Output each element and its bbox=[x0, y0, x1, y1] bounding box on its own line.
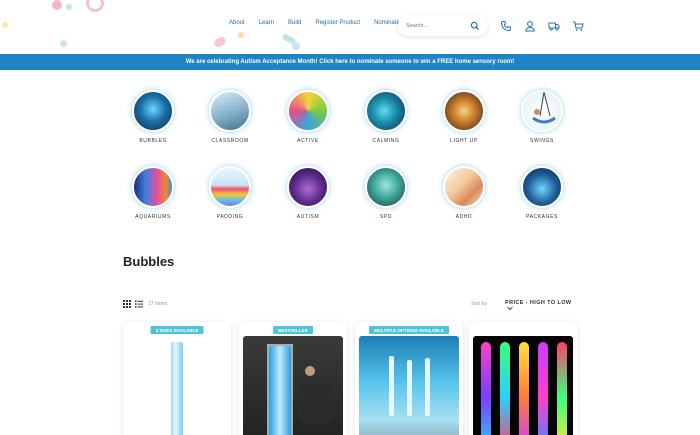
category-label: PADDING bbox=[216, 214, 244, 220]
bubble-tube bbox=[407, 360, 412, 416]
person bbox=[305, 366, 315, 376]
category-padding[interactable]: PADDING bbox=[200, 166, 260, 220]
category-label: AUTISM bbox=[296, 214, 320, 220]
confetti-dash bbox=[212, 35, 228, 49]
confetti-dot bbox=[292, 42, 300, 50]
cart-icon[interactable] bbox=[572, 20, 584, 32]
listing-toolbar: 17 Items Sort by PRICE - HIGH TO LOW bbox=[123, 299, 575, 311]
category-label: ACTIVE bbox=[297, 138, 319, 144]
product-card[interactable]: BESTSELLER bbox=[239, 322, 347, 435]
confetti-dot bbox=[238, 32, 244, 38]
product-card[interactable]: 3 SIZES AVAILABLE bbox=[123, 322, 231, 435]
category-image bbox=[443, 166, 485, 208]
confetti-dot bbox=[66, 4, 72, 10]
bubble-panel bbox=[267, 344, 293, 435]
confetti-ring bbox=[86, 0, 104, 12]
confetti-dot bbox=[52, 0, 62, 10]
category-label: LIGHT UP bbox=[450, 138, 478, 144]
category-label: ADHD bbox=[455, 214, 473, 220]
light-tube bbox=[519, 342, 529, 435]
category-image bbox=[443, 90, 485, 132]
product-badge: BESTSELLER bbox=[273, 326, 313, 334]
light-tube bbox=[538, 342, 548, 435]
chevron-down-icon bbox=[507, 306, 513, 311]
product-image bbox=[243, 336, 343, 435]
nav-nominate[interactable]: Nominate bbox=[374, 20, 400, 26]
category-label: SPD bbox=[379, 214, 393, 220]
nav-learn[interactable]: Learn bbox=[259, 20, 274, 26]
search-box bbox=[398, 16, 488, 36]
grid-view-icon[interactable] bbox=[123, 300, 131, 308]
category-image bbox=[521, 166, 563, 208]
sort-value: PRICE - HIGH TO LOW bbox=[505, 300, 572, 306]
category-image bbox=[209, 166, 251, 208]
user-icon[interactable] bbox=[524, 20, 536, 32]
product-image bbox=[127, 336, 227, 435]
product-card[interactable] bbox=[469, 322, 577, 435]
list-view-icon[interactable] bbox=[135, 300, 143, 308]
category-label: BUBBLES bbox=[139, 138, 167, 144]
product-card[interactable]: MULTIPLE OPTIONS AVAILABLE bbox=[355, 322, 463, 435]
confetti-dot bbox=[60, 40, 67, 47]
confetti-dot bbox=[2, 22, 8, 28]
product-badge: 3 SIZES AVAILABLE bbox=[150, 326, 204, 334]
phone-icon[interactable] bbox=[500, 20, 512, 32]
category-image bbox=[365, 166, 407, 208]
category-label: AQUARIUMS bbox=[135, 214, 171, 220]
category-image bbox=[287, 166, 329, 208]
category-image bbox=[132, 90, 174, 132]
category-label: PACKAGES bbox=[526, 214, 558, 220]
light-tube bbox=[500, 342, 510, 435]
category-light-up[interactable]: LIGHT UP bbox=[434, 90, 494, 144]
announcement-banner[interactable]: We are celebrating Autism Acceptance Mon… bbox=[0, 54, 700, 70]
category-image bbox=[209, 90, 251, 132]
nav-about[interactable]: About bbox=[229, 20, 245, 26]
product-image bbox=[359, 336, 459, 435]
category-bubbles[interactable]: BUBBLES bbox=[123, 90, 183, 144]
category-image bbox=[521, 90, 563, 132]
swing-figure bbox=[532, 92, 556, 124]
category-image bbox=[287, 90, 329, 132]
bubble-tube bbox=[425, 358, 430, 416]
page-title: Bubbles bbox=[123, 254, 175, 269]
sort-label: Sort by bbox=[471, 301, 487, 307]
category-classroom[interactable]: CLASSROOM bbox=[200, 90, 260, 144]
category-label: CALMING bbox=[372, 138, 400, 144]
search-icon[interactable] bbox=[470, 21, 480, 31]
category-aquariums[interactable]: AQUARIUMS bbox=[123, 166, 183, 220]
light-tube bbox=[481, 342, 491, 435]
bubble-tube bbox=[389, 356, 394, 416]
product-image bbox=[473, 336, 573, 435]
category-autism[interactable]: AUTISM bbox=[278, 166, 338, 220]
item-count: 17 Items bbox=[148, 301, 168, 307]
main-nav: About Learn Build Register Product Nomin… bbox=[229, 20, 400, 26]
category-image bbox=[132, 166, 174, 208]
category-adhd[interactable]: ADHD bbox=[434, 166, 494, 220]
category-spd[interactable]: SPD bbox=[356, 166, 416, 220]
search-input[interactable] bbox=[406, 23, 466, 29]
light-tube bbox=[557, 342, 567, 435]
bubble-tube bbox=[171, 342, 183, 435]
truck-icon[interactable] bbox=[548, 20, 560, 32]
nav-build[interactable]: Build bbox=[288, 20, 301, 26]
category-packages[interactable]: PACKAGES bbox=[512, 166, 572, 220]
category-active[interactable]: ACTIVE bbox=[278, 90, 338, 144]
chair bbox=[299, 384, 333, 424]
nav-register-product[interactable]: Register Product bbox=[315, 20, 360, 26]
category-label: SWINGS bbox=[530, 138, 554, 144]
category-swings[interactable]: SWINGS bbox=[512, 90, 572, 144]
sort-select[interactable]: PRICE - HIGH TO LOW bbox=[505, 300, 575, 312]
header-icons bbox=[500, 20, 584, 32]
category-label: CLASSROOM bbox=[211, 138, 249, 144]
category-calming[interactable]: CALMING bbox=[356, 90, 416, 144]
category-image bbox=[365, 90, 407, 132]
product-badge: MULTIPLE OPTIONS AVAILABLE bbox=[369, 326, 449, 334]
